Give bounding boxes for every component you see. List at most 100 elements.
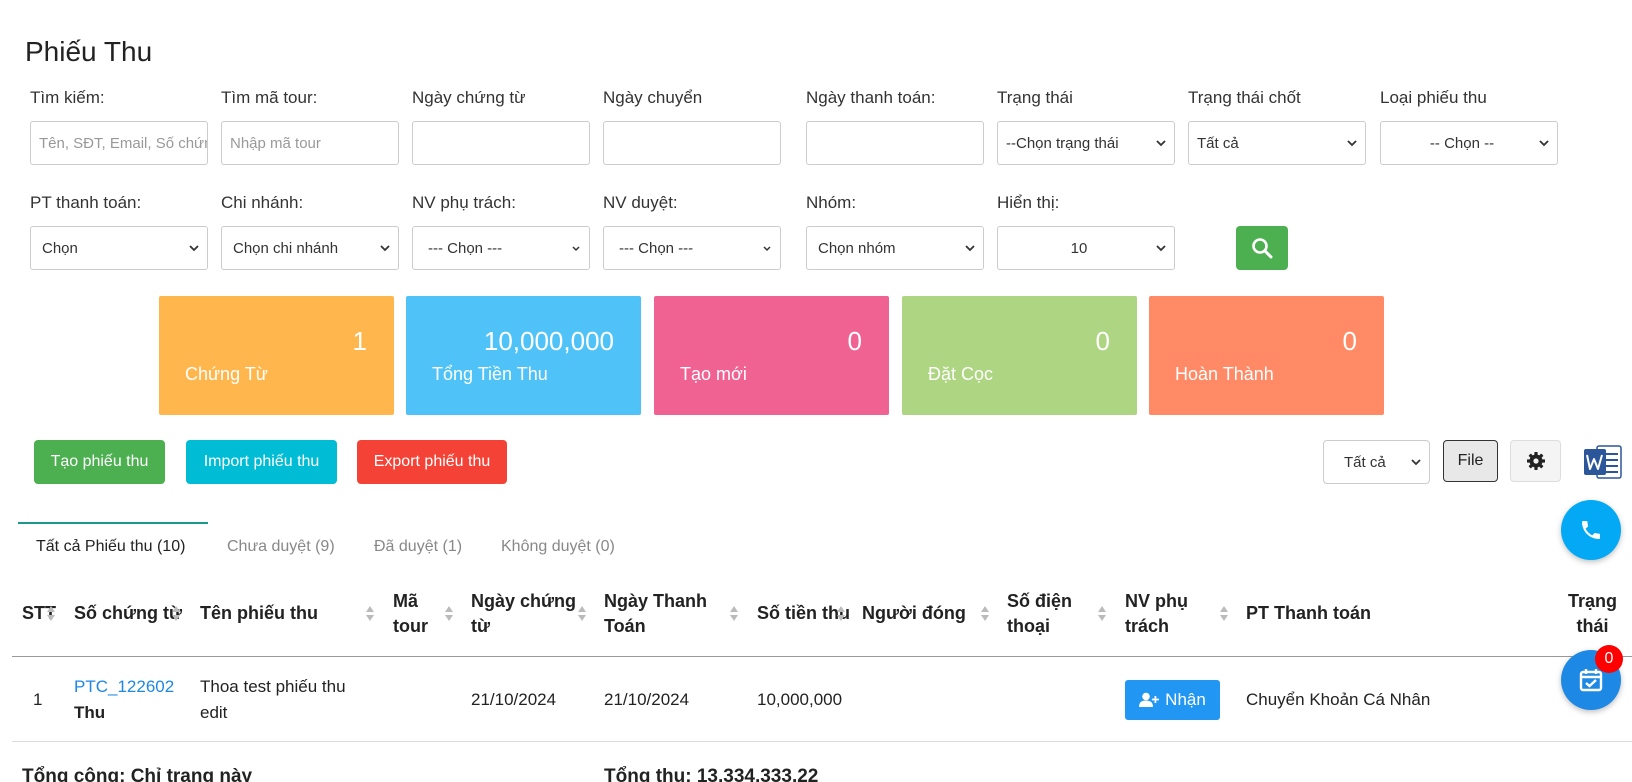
- col-tour-code[interactable]: Mã tour: [393, 589, 428, 639]
- active-tab-indicator: [18, 522, 208, 524]
- row-name-line2: edit: [200, 703, 228, 722]
- col-staff-line2: trách: [1125, 616, 1170, 636]
- search-label: Tìm kiếm:: [30, 88, 105, 107]
- col-staff[interactable]: NV phụ trách: [1125, 589, 1188, 639]
- transfer-date-input[interactable]: [603, 121, 781, 165]
- sort-icon[interactable]: [365, 604, 375, 624]
- group-label: Nhóm:: [806, 193, 857, 212]
- import-receipt-button[interactable]: Import phiếu thu: [186, 440, 337, 484]
- receipt-type-select-value: -- Chọn --: [1429, 134, 1495, 152]
- header-divider: [12, 656, 1632, 657]
- word-export-icon[interactable]: [1583, 443, 1623, 481]
- row-stt: 1: [33, 690, 43, 709]
- search-input[interactable]: Tên, SĐT, Email, Số chứng từ: [30, 121, 208, 165]
- call-button[interactable]: [1561, 500, 1621, 560]
- tour-code-label: Tìm mã tour:: [221, 88, 318, 107]
- col-phone[interactable]: Số điện thoại: [1007, 589, 1072, 639]
- stat-value: 0: [847, 326, 862, 356]
- sort-icon[interactable]: [1219, 604, 1229, 624]
- group-select[interactable]: Chọn nhóm: [806, 226, 984, 270]
- chevron-down-icon: [189, 245, 199, 252]
- export-filter-select[interactable]: Tất cả: [1323, 440, 1430, 484]
- page-title: Phiếu Thu: [25, 36, 153, 67]
- stat-card-new: 0 Tạo mới: [654, 296, 889, 415]
- chevron-down-icon: [1411, 459, 1421, 466]
- payment-date-label: Ngày thanh toán:: [806, 88, 936, 107]
- export-receipt-button[interactable]: Export phiếu thu: [357, 440, 507, 484]
- approver-select[interactable]: --- Chọn ---: [603, 226, 781, 270]
- tab-rejected[interactable]: Không duyệt (0): [501, 538, 615, 556]
- gear-icon: [1526, 452, 1545, 470]
- chevron-down-icon: [1156, 140, 1166, 147]
- row-doc-no-cell: PTC_122602 Thu: [74, 674, 174, 726]
- sort-icon[interactable]: [444, 604, 454, 624]
- sort-icon[interactable]: [46, 604, 56, 624]
- file-button[interactable]: File: [1443, 440, 1498, 482]
- tab-approved[interactable]: Đã duyệt (1): [374, 538, 462, 556]
- col-phone-line1: Số điện: [1007, 591, 1073, 611]
- stat-card-total-income: 10,000,000 Tổng Tiền Thu: [406, 296, 641, 415]
- receipt-type-select[interactable]: -- Chọn --: [1380, 121, 1558, 165]
- staff-select[interactable]: --- Chọn ---: [412, 226, 590, 270]
- payment-method-select[interactable]: Chọn: [30, 226, 208, 270]
- search-icon: [1252, 238, 1273, 259]
- col-doc-no[interactable]: Số chứng từ: [74, 601, 182, 626]
- chevron-down-icon: [1539, 140, 1549, 147]
- receive-button-label: Nhận: [1165, 690, 1206, 709]
- col-doc-date[interactable]: Ngày chứng từ: [471, 589, 576, 639]
- col-pay-date-line2: Toán: [604, 616, 646, 636]
- sort-icon[interactable]: [1097, 604, 1107, 624]
- branch-select-value: Chọn chi nhánh: [233, 239, 339, 257]
- sort-icon[interactable]: [171, 604, 181, 624]
- doc-date-field: Ngày chứng từ: [412, 88, 525, 108]
- lock-status-label: Trạng thái chốt: [1188, 88, 1301, 107]
- display-select[interactable]: 10: [997, 226, 1175, 270]
- tab-all[interactable]: Tất cả Phiếu thu (10): [36, 538, 185, 556]
- transfer-date-field: Ngày chuyển: [603, 88, 702, 108]
- tour-code-input[interactable]: Nhập mã tour: [221, 121, 399, 165]
- stat-value: 10,000,000: [483, 326, 614, 356]
- stat-value: 0: [1095, 326, 1110, 356]
- sort-icon[interactable]: [980, 604, 990, 624]
- branch-select[interactable]: Chọn chi nhánh: [221, 226, 399, 270]
- col-staff-line1: NV phụ: [1125, 591, 1188, 611]
- payment-date-input[interactable]: [806, 121, 984, 165]
- col-pay-date[interactable]: Ngày Thanh Toán: [604, 589, 707, 639]
- sort-icon[interactable]: [577, 604, 587, 624]
- sort-icon[interactable]: [836, 604, 846, 624]
- receipt-type-field: Loại phiếu thu: [1380, 88, 1487, 108]
- display-select-value: 10: [1070, 239, 1088, 257]
- sort-icon[interactable]: [729, 604, 739, 624]
- approver-select-value: --- Chọn ---: [619, 239, 694, 257]
- approver-label: NV duyệt:: [603, 193, 678, 212]
- tab-pending[interactable]: Chưa duyệt (9): [227, 538, 335, 556]
- status-select[interactable]: --Chọn trạng thái: [997, 121, 1175, 165]
- search-button[interactable]: [1236, 226, 1288, 270]
- lock-status-select[interactable]: Tất cả: [1188, 121, 1366, 165]
- footer-total-income: Tổng thu: 13,334,333.22: [604, 766, 819, 782]
- user-plus-icon: [1139, 692, 1160, 707]
- group-select-value: Chọn nhóm: [818, 239, 896, 257]
- row-name-cell: Thoa test phiếu thu edit: [200, 674, 346, 726]
- row-doc-no-link[interactable]: PTC_122602: [74, 674, 174, 700]
- col-payer[interactable]: Người đóng: [862, 601, 966, 626]
- calendar-check-icon: [1579, 669, 1603, 692]
- create-receipt-button[interactable]: Tạo phiếu thu: [34, 440, 165, 484]
- row-pay-date: 21/10/2024: [604, 690, 690, 709]
- col-name[interactable]: Tên phiếu thu: [200, 601, 318, 626]
- settings-button[interactable]: [1510, 440, 1561, 482]
- doc-date-input[interactable]: [412, 121, 590, 165]
- col-status[interactable]: Trạng thái: [1568, 589, 1617, 639]
- col-payment-method[interactable]: PT Thanh toán: [1246, 601, 1371, 626]
- row-divider: [12, 741, 1632, 742]
- receive-button[interactable]: Nhận: [1125, 680, 1220, 720]
- payment-method-label: PT thanh toán:: [30, 193, 142, 212]
- row-name-line1: Thoa test phiếu thu: [200, 677, 346, 696]
- stat-label: Hoàn Thành: [1175, 364, 1274, 384]
- row-amount: 10,000,000: [757, 690, 843, 709]
- col-tour-code-line1: Mã: [393, 591, 419, 611]
- phone-icon: [1582, 521, 1600, 539]
- staff-select-value: --- Chọn ---: [428, 239, 503, 257]
- col-tour-code-line2: tour: [393, 616, 428, 636]
- col-doc-date-line2: từ: [471, 616, 491, 636]
